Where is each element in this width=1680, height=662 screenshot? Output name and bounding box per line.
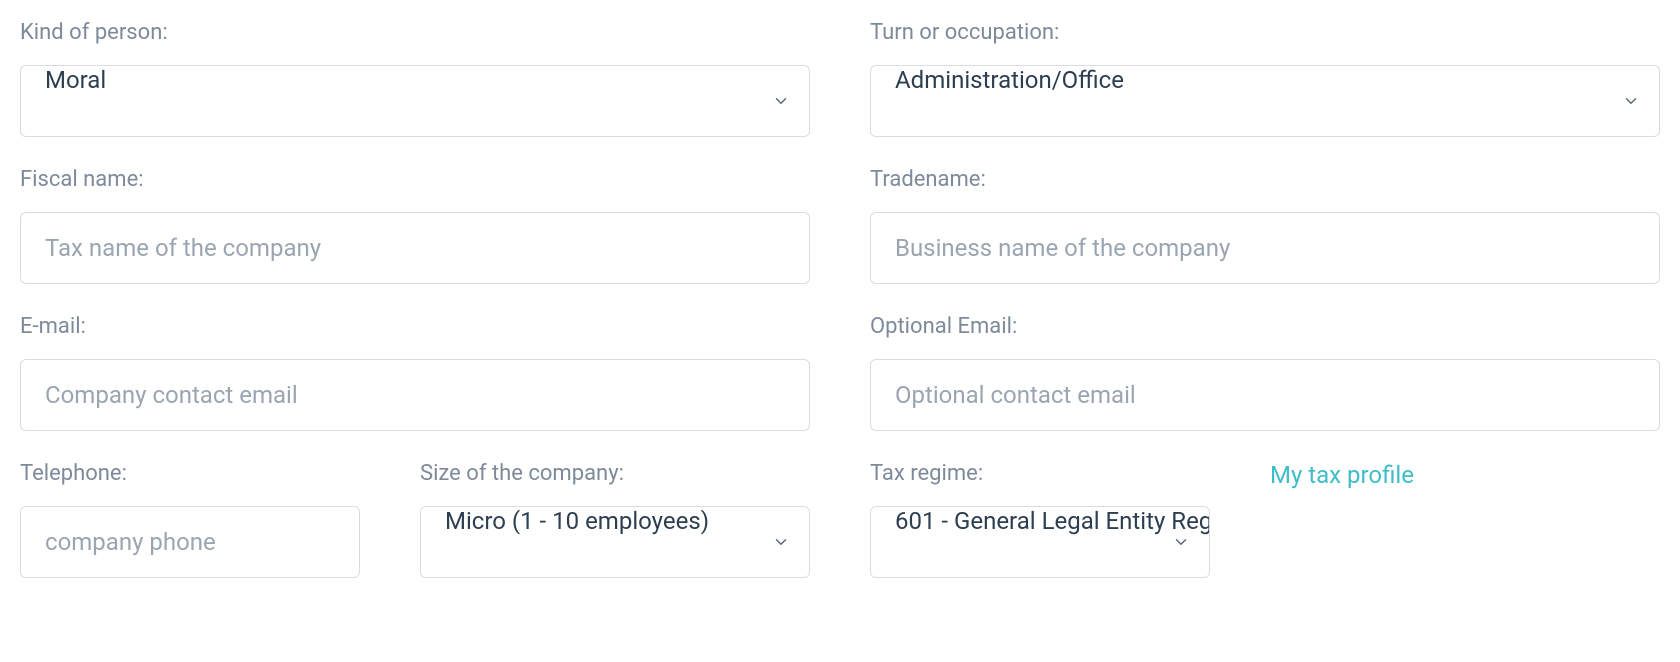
optional-email-field: Optional Email: [870,314,1660,431]
optional-email-label: Optional Email: [870,314,1660,339]
fiscal-name-label: Fiscal name: [20,167,810,192]
size-of-company-label: Size of the company: [420,461,810,486]
kind-of-person-select[interactable]: Moral [20,65,810,137]
turn-or-occupation-field: Turn or occupation: Administration/Offic… [870,20,1660,137]
kind-of-person-label: Kind of person: [20,20,810,45]
optional-email-input[interactable] [870,359,1660,431]
email-label: E-mail: [20,314,810,339]
kind-of-person-field: Kind of person: Moral [20,20,810,137]
size-of-company-field: Size of the company: Micro (1 - 10 emplo… [420,461,810,578]
email-field: E-mail: [20,314,810,431]
telephone-input[interactable] [20,506,360,578]
tax-profile-link[interactable]: My tax profile [1270,461,1414,489]
tax-regime-field: Tax regime: 601 - General Legal Entity R… [870,461,1210,578]
kind-of-person-select-wrapper: Moral [20,65,810,137]
fiscal-name-field: Fiscal name: [20,167,810,284]
email-input[interactable] [20,359,810,431]
tradename-input[interactable] [870,212,1660,284]
turn-or-occupation-label: Turn or occupation: [870,20,1660,45]
fiscal-name-input[interactable] [20,212,810,284]
size-of-company-select-wrapper: Micro (1 - 10 employees) [420,506,810,578]
tradename-label: Tradename: [870,167,1660,192]
tax-profile-link-wrapper: My tax profile [1270,461,1660,578]
telephone-field: Telephone: [20,461,360,578]
tax-regime-select-wrapper: 601 - General Legal Entity Regime [870,506,1210,578]
turn-or-occupation-select-wrapper: Administration/Office [870,65,1660,137]
tradename-field: Tradename: [870,167,1660,284]
telephone-label: Telephone: [20,461,360,486]
tax-regime-select[interactable]: 601 - General Legal Entity Regime [870,506,1210,578]
size-of-company-select[interactable]: Micro (1 - 10 employees) [420,506,810,578]
turn-or-occupation-select[interactable]: Administration/Office [870,65,1660,137]
tax-regime-label: Tax regime: [870,461,1210,486]
